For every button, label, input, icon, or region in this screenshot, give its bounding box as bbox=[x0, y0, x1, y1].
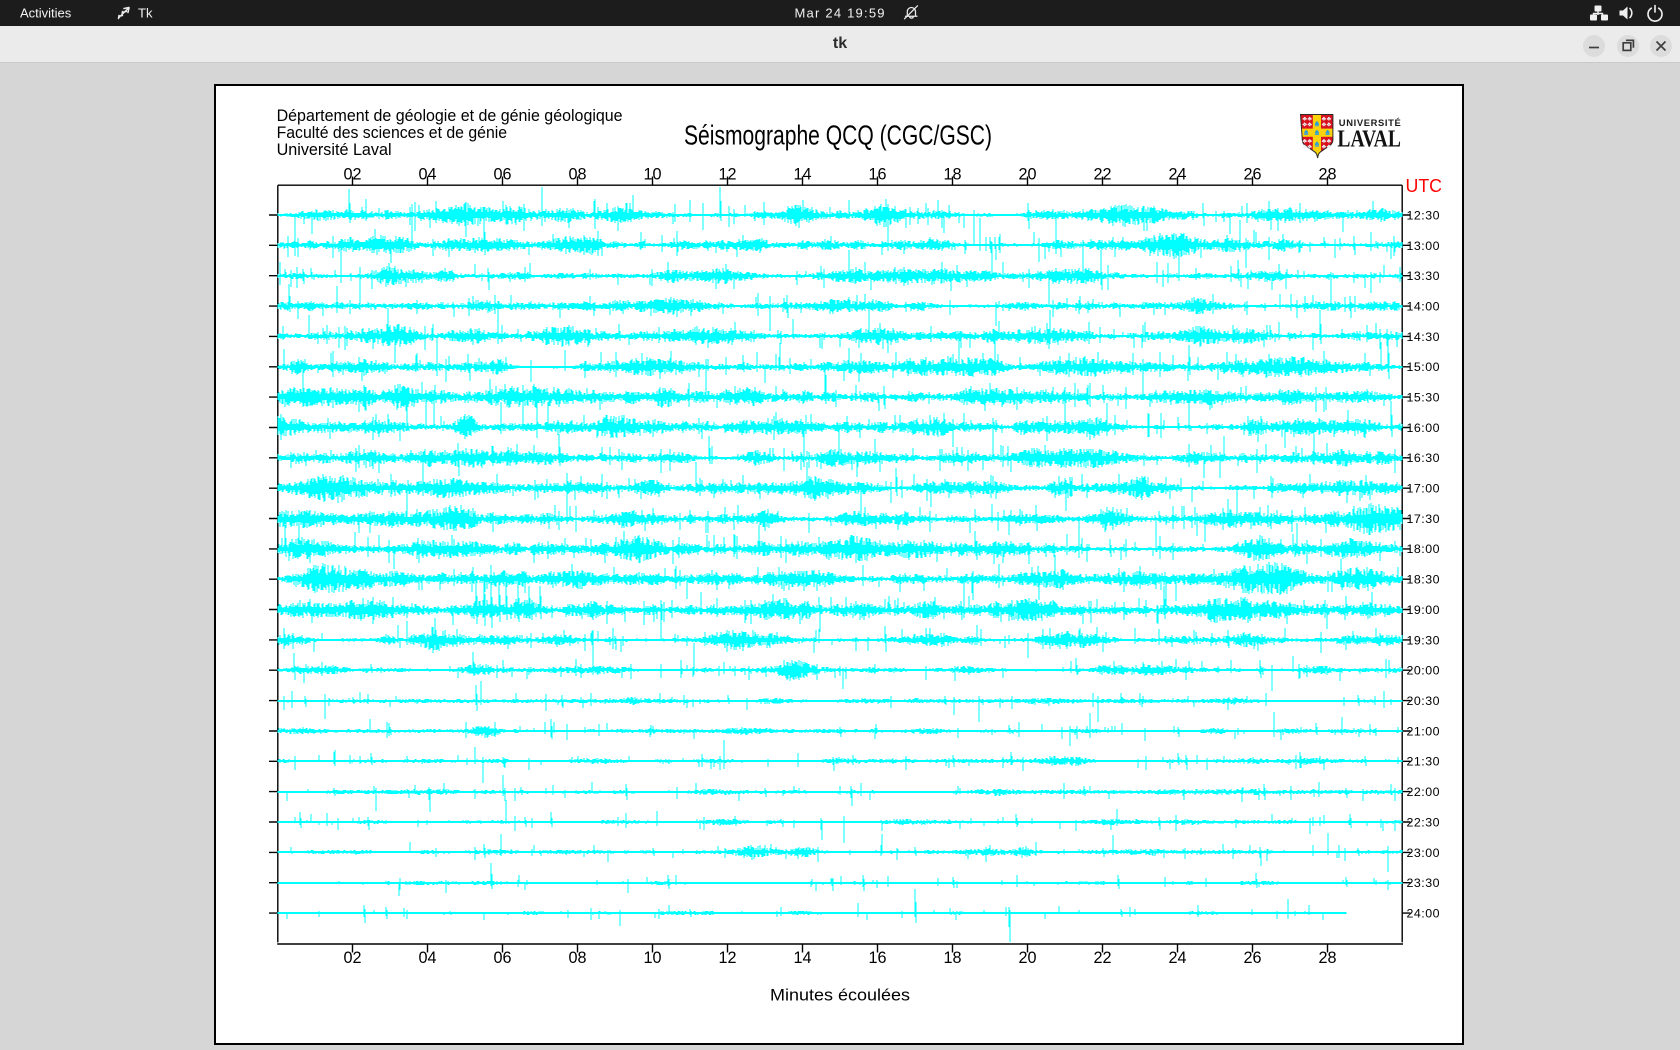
svg-text:28: 28 bbox=[1318, 165, 1336, 183]
svg-text:21:00: 21:00 bbox=[1407, 724, 1440, 738]
svg-text:22:30: 22:30 bbox=[1407, 815, 1440, 829]
svg-text:24:00: 24:00 bbox=[1407, 907, 1440, 921]
svg-text:16:30: 16:30 bbox=[1407, 451, 1440, 465]
svg-text:14: 14 bbox=[793, 165, 811, 183]
svg-text:02: 02 bbox=[343, 949, 361, 967]
svg-text:22:00: 22:00 bbox=[1407, 785, 1440, 799]
svg-text:LAVAL: LAVAL bbox=[1337, 127, 1401, 153]
svg-text:18:30: 18:30 bbox=[1407, 573, 1440, 587]
svg-text:17:30: 17:30 bbox=[1407, 512, 1440, 526]
svg-text:20:00: 20:00 bbox=[1407, 664, 1440, 678]
svg-text:Université Laval: Université Laval bbox=[277, 140, 392, 159]
svg-text:24: 24 bbox=[1168, 949, 1186, 967]
svg-text:08: 08 bbox=[568, 165, 586, 183]
svg-text:16:00: 16:00 bbox=[1407, 421, 1440, 435]
svg-text:17:00: 17:00 bbox=[1407, 482, 1440, 496]
svg-text:Mar 24 19:59: Mar 24 19:59 bbox=[795, 6, 885, 21]
svg-text:04: 04 bbox=[418, 949, 436, 967]
svg-text:Séismographe QCQ (CGC/GSC): Séismographe QCQ (CGC/GSC) bbox=[684, 119, 992, 150]
svg-text:23:30: 23:30 bbox=[1407, 876, 1440, 890]
svg-text:15:30: 15:30 bbox=[1407, 391, 1440, 405]
svg-text:04: 04 bbox=[418, 165, 436, 183]
svg-text:22: 22 bbox=[1093, 949, 1111, 967]
svg-text:13:00: 13:00 bbox=[1407, 239, 1440, 253]
svg-text:14:00: 14:00 bbox=[1407, 299, 1440, 313]
svg-text:12:30: 12:30 bbox=[1407, 208, 1440, 222]
svg-text:20: 20 bbox=[1018, 949, 1036, 967]
svg-text:20:30: 20:30 bbox=[1407, 694, 1440, 708]
svg-text:14:30: 14:30 bbox=[1407, 330, 1440, 344]
svg-text:26: 26 bbox=[1243, 165, 1261, 183]
svg-text:19:30: 19:30 bbox=[1407, 633, 1440, 647]
svg-text:28: 28 bbox=[1318, 949, 1336, 967]
svg-text:23:00: 23:00 bbox=[1407, 846, 1440, 860]
svg-text:14: 14 bbox=[793, 949, 811, 967]
svg-text:20: 20 bbox=[1018, 165, 1036, 183]
svg-text:18:00: 18:00 bbox=[1407, 542, 1440, 556]
svg-text:UTC: UTC bbox=[1406, 175, 1443, 196]
svg-text:02: 02 bbox=[343, 165, 361, 183]
svg-text:Département de géologie et de: Département de géologie et de génie géol… bbox=[277, 106, 623, 125]
svg-text:Minutes écoulées: Minutes écoulées bbox=[770, 985, 910, 1004]
svg-text:06: 06 bbox=[493, 165, 511, 183]
svg-text:12: 12 bbox=[718, 949, 736, 967]
svg-text:10: 10 bbox=[643, 165, 661, 183]
svg-text:21:30: 21:30 bbox=[1407, 755, 1440, 769]
svg-text:22: 22 bbox=[1093, 165, 1111, 183]
svg-text:12: 12 bbox=[718, 165, 736, 183]
svg-text:13:30: 13:30 bbox=[1407, 269, 1440, 283]
svg-text:16: 16 bbox=[868, 949, 886, 967]
svg-text:26: 26 bbox=[1243, 949, 1261, 967]
svg-text:Activities: Activities bbox=[20, 6, 72, 21]
svg-text:06: 06 bbox=[493, 949, 511, 967]
svg-text:16: 16 bbox=[868, 165, 886, 183]
svg-text:18: 18 bbox=[943, 165, 961, 183]
svg-text:08: 08 bbox=[568, 949, 586, 967]
svg-text:24: 24 bbox=[1168, 165, 1186, 183]
svg-text:19:00: 19:00 bbox=[1407, 603, 1440, 617]
svg-text:18: 18 bbox=[943, 949, 961, 967]
svg-text:10: 10 bbox=[643, 949, 661, 967]
svg-text:15:00: 15:00 bbox=[1407, 360, 1440, 374]
svg-text:Tk: Tk bbox=[138, 6, 153, 21]
